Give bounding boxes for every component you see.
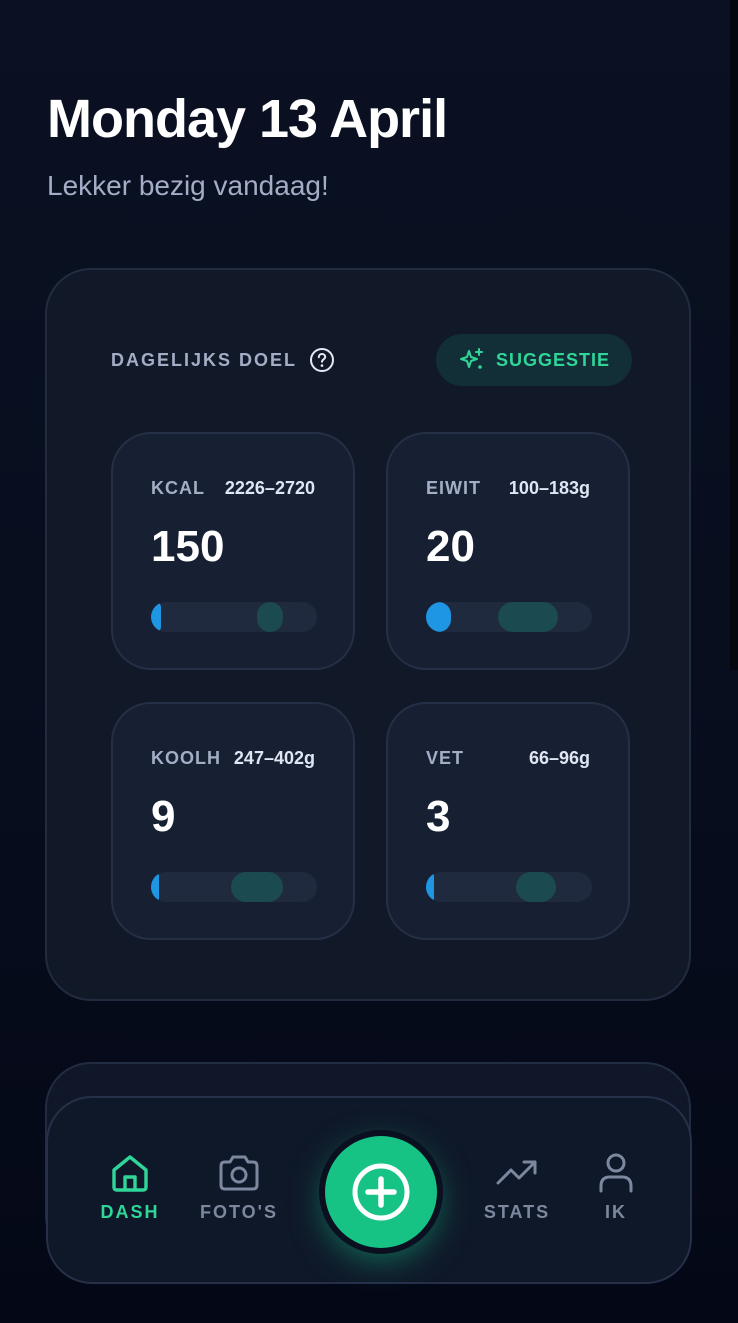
- macro-target-zone: [498, 602, 558, 632]
- nav-item-ik[interactable]: IK: [556, 1150, 676, 1223]
- macro-progress-fill: [151, 602, 161, 632]
- macro-name: EIWIT: [426, 478, 481, 498]
- add-entry-button[interactable]: [325, 1136, 437, 1248]
- nav-item-dash[interactable]: DASH: [70, 1150, 190, 1223]
- bottom-navigation: DASH FOTO'S STATS IK: [46, 1096, 692, 1284]
- macro-value: 3: [426, 792, 451, 841]
- macro-target-zone: [231, 872, 283, 902]
- nav-item-fotos[interactable]: FOTO'S: [179, 1150, 299, 1223]
- question-circle-icon[interactable]: [309, 347, 335, 373]
- macro-value: 9: [151, 792, 176, 841]
- dashboard-screen: Monday 13 April Lekker bezig vandaag! DA…: [0, 0, 738, 1323]
- macro-range: 66–96g: [528, 748, 590, 768]
- macro-progress-fill: [426, 602, 451, 632]
- scrollbar[interactable]: [730, 0, 738, 670]
- macro-target-zone: [516, 872, 556, 902]
- daily-goal-card: DAGELIJKS DOEL SUGGESTIE KCAL 2226–2720 …: [45, 268, 691, 1001]
- user-icon: [599, 1153, 633, 1193]
- nav-label: STATS: [483, 1202, 551, 1222]
- camera-icon: [219, 1155, 259, 1191]
- macro-tile-koolh[interactable]: KOOLH 247–402g 9: [111, 702, 355, 940]
- page-subtitle: Lekker bezig vandaag!: [47, 170, 329, 201]
- trending-up-icon: [496, 1160, 537, 1185]
- macro-target-zone: [257, 602, 283, 632]
- macro-progress-bar: [426, 602, 592, 632]
- nav-label: IK: [605, 1202, 627, 1222]
- macro-progress-bar: [151, 602, 317, 632]
- nav-label: DASH: [100, 1202, 160, 1222]
- macro-name: KCAL: [151, 478, 205, 498]
- macro-progress-bar: [151, 872, 317, 902]
- macro-progress-bar: [426, 872, 592, 902]
- sparkles-icon: [459, 348, 483, 369]
- macro-range: 247–402g: [233, 748, 315, 768]
- macro-name: KOOLH: [151, 748, 221, 768]
- macro-name: VET: [426, 748, 465, 768]
- macro-range: 100–183g: [508, 478, 590, 498]
- macro-tile-vet[interactable]: VET 66–96g 3: [386, 702, 630, 940]
- plus-circle-icon: [352, 1163, 410, 1221]
- daily-goal-label: DAGELIJKS DOEL: [111, 350, 298, 370]
- page-title: Monday 13 April: [47, 89, 448, 149]
- macro-tile-kcal[interactable]: KCAL 2226–2720 150: [111, 432, 355, 670]
- home-icon: [112, 1155, 148, 1192]
- macro-progress-fill: [426, 872, 434, 902]
- macro-value: 150: [151, 522, 225, 571]
- suggestion-button[interactable]: SUGGESTIE: [436, 334, 632, 386]
- suggestion-label: SUGGESTIE: [495, 349, 611, 370]
- macro-range: 2226–2720: [224, 478, 315, 498]
- macro-tile-eiwit[interactable]: EIWIT 100–183g 20: [386, 432, 630, 670]
- macro-value: 20: [426, 522, 475, 571]
- macro-progress-fill: [151, 872, 159, 902]
- nav-label: FOTO'S: [200, 1202, 278, 1222]
